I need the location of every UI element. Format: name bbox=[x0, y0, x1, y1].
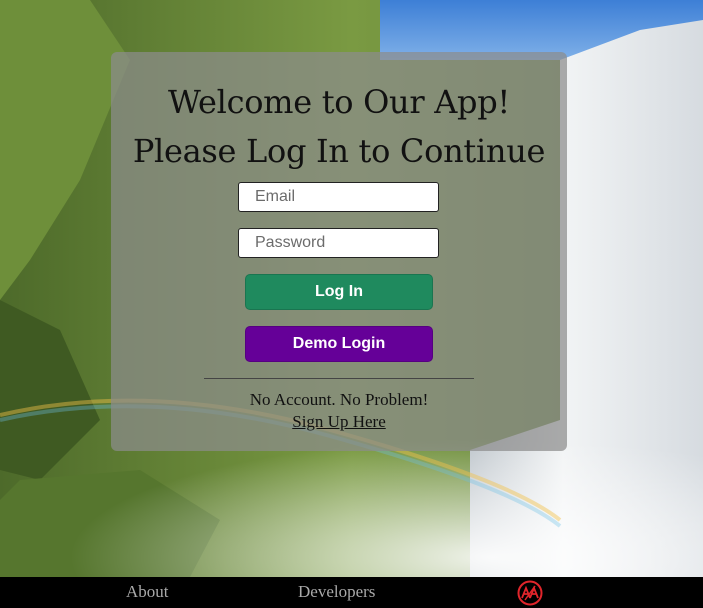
no-account-text: No Account. No Problem! bbox=[249, 390, 429, 409]
login-card: Welcome to Our App! Please Log In to Con… bbox=[111, 52, 567, 451]
heading-line-2: Please Log In to Continue bbox=[132, 132, 546, 170]
signup-link[interactable]: Sign Up Here bbox=[111, 412, 567, 432]
aa-monogram-icon[interactable] bbox=[517, 580, 543, 606]
divider bbox=[204, 378, 474, 379]
footer-developers-link[interactable]: Developers bbox=[298, 582, 375, 602]
password-input[interactable] bbox=[238, 228, 439, 258]
footer-about-link[interactable]: About bbox=[126, 582, 169, 602]
welcome-heading: Welcome to Our App! Please Log In to Con… bbox=[111, 52, 567, 176]
login-button[interactable]: Log In bbox=[245, 274, 433, 310]
email-input[interactable] bbox=[238, 182, 439, 212]
footer-bar: About Developers bbox=[0, 577, 703, 608]
heading-line-1: Welcome to Our App! bbox=[168, 83, 510, 121]
demo-login-button[interactable]: Demo Login bbox=[245, 326, 433, 362]
